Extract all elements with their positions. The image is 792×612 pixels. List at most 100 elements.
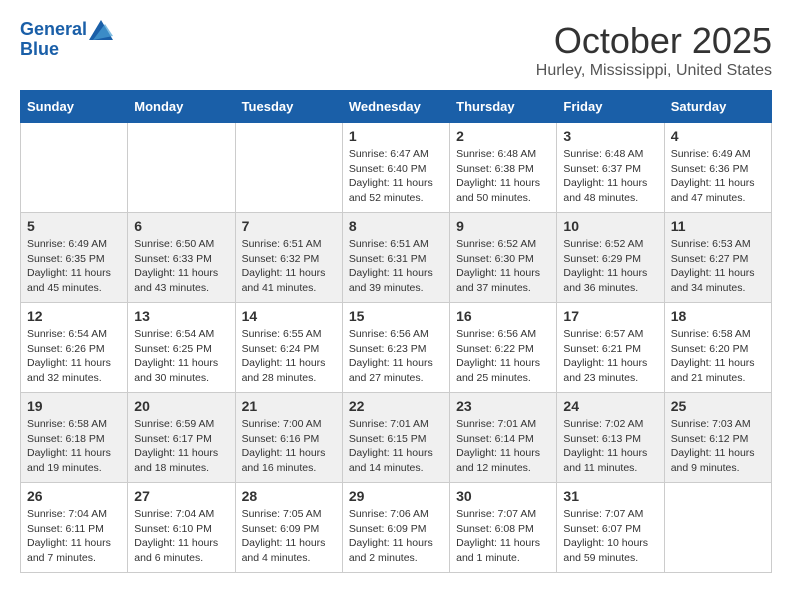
day-number: 22: [349, 398, 443, 414]
calendar-cell: 29Sunrise: 7:06 AMSunset: 6:09 PMDayligh…: [342, 483, 449, 573]
day-info: Sunrise: 7:02 AMSunset: 6:13 PMDaylight:…: [563, 417, 657, 476]
day-number: 23: [456, 398, 550, 414]
day-number: 14: [242, 308, 336, 324]
day-info: Sunrise: 6:51 AMSunset: 6:32 PMDaylight:…: [242, 237, 336, 296]
logo-text: General: [20, 20, 87, 40]
day-number: 5: [27, 218, 121, 234]
day-info: Sunrise: 6:48 AMSunset: 6:38 PMDaylight:…: [456, 147, 550, 206]
weekday-header-row: SundayMondayTuesdayWednesdayThursdayFrid…: [21, 91, 772, 123]
calendar-cell: 10 Sunrise: 6:52 AMSunset: 6:29 PMDayligh…: [557, 213, 664, 303]
day-info: Sunrise: 7:04 AMSunset: 6:10 PMDaylight:…: [134, 507, 228, 566]
weekday-header-saturday: Saturday: [664, 91, 771, 123]
day-number: 9: [456, 218, 550, 234]
day-info: Sunrise: 6:59 AMSunset: 6:17 PMDaylight:…: [134, 417, 228, 476]
day-info: Sunrise: 7:05 AMSunset: 6:09 PMDaylight:…: [242, 507, 336, 566]
calendar-cell: 15Sunrise: 6:56 AMSunset: 6:23 PMDayligh…: [342, 303, 449, 393]
day-info: Sunrise: 6:58 AMSunset: 6:18 PMDaylight:…: [27, 417, 121, 476]
day-info: Sunrise: 7:07 AMSunset: 6:07 PMDaylight:…: [563, 507, 657, 566]
calendar-cell: 22 Sunrise: 7:01 AMSunset: 6:15 PMDayligh…: [342, 393, 449, 483]
calendar-cell: 3 Sunrise: 6:48 AMSunset: 6:37 PMDaylight…: [557, 123, 664, 213]
day-number: 18: [671, 308, 765, 324]
day-number: 10: [563, 218, 657, 234]
day-info: Sunrise: 6:58 AMSunset: 6:20 PMDaylight:…: [671, 327, 765, 386]
calendar-cell: 5Sunrise: 6:49 AMSunset: 6:35 PMDaylight…: [21, 213, 128, 303]
day-number: 15: [349, 308, 443, 324]
calendar-cell: 23 Sunrise: 7:01 AMSunset: 6:14 PMDayligh…: [450, 393, 557, 483]
calendar-week-4: 19 Sunrise: 6:58 AMSunset: 6:18 PMDayligh…: [21, 393, 772, 483]
page-header: General Blue October 2025 Hurley, Missis…: [20, 20, 772, 80]
calendar-cell: [128, 123, 235, 213]
day-info: Sunrise: 7:01 AMSunset: 6:14 PMDaylight:…: [456, 417, 550, 476]
calendar-week-5: 26 Sunrise: 7:04 AMSunset: 6:11 PMDayligh…: [21, 483, 772, 573]
day-number: 17: [563, 308, 657, 324]
day-info: Sunrise: 6:55 AMSunset: 6:24 PMDaylight:…: [242, 327, 336, 386]
calendar-cell: 14 Sunrise: 6:55 AMSunset: 6:24 PMDayligh…: [235, 303, 342, 393]
calendar-cell: 1Sunrise: 6:47 AMSunset: 6:40 PMDaylight…: [342, 123, 449, 213]
calendar-cell: 18 Sunrise: 6:58 AMSunset: 6:20 PMDayligh…: [664, 303, 771, 393]
day-info: Sunrise: 6:48 AMSunset: 6:37 PMDaylight:…: [563, 147, 657, 206]
day-info: Sunrise: 6:50 AMSunset: 6:33 PMDaylight:…: [134, 237, 228, 296]
calendar-cell: 11Sunrise: 6:53 AMSunset: 6:27 PMDayligh…: [664, 213, 771, 303]
weekday-header-sunday: Sunday: [21, 91, 128, 123]
day-number: 13: [134, 308, 228, 324]
calendar-cell: 8Sunrise: 6:51 AMSunset: 6:31 PMDaylight…: [342, 213, 449, 303]
calendar-cell: 30 Sunrise: 7:07 AMSunset: 6:08 PMDayligh…: [450, 483, 557, 573]
weekday-header-tuesday: Tuesday: [235, 91, 342, 123]
calendar-cell: 16Sunrise: 6:56 AMSunset: 6:22 PMDayligh…: [450, 303, 557, 393]
day-info: Sunrise: 6:57 AMSunset: 6:21 PMDaylight:…: [563, 327, 657, 386]
day-number: 29: [349, 488, 443, 504]
weekday-header-monday: Monday: [128, 91, 235, 123]
calendar-cell: 9 Sunrise: 6:52 AMSunset: 6:30 PMDaylight…: [450, 213, 557, 303]
day-number: 26: [27, 488, 121, 504]
day-info: Sunrise: 6:52 AMSunset: 6:29 PMDaylight:…: [563, 237, 657, 296]
calendar-cell: 2Sunrise: 6:48 AMSunset: 6:38 PMDaylight…: [450, 123, 557, 213]
calendar-cell: 12Sunrise: 6:54 AMSunset: 6:26 PMDayligh…: [21, 303, 128, 393]
day-info: Sunrise: 7:07 AMSunset: 6:08 PMDaylight:…: [456, 507, 550, 566]
calendar-cell: 13 Sunrise: 6:54 AMSunset: 6:25 PMDayligh…: [128, 303, 235, 393]
calendar-cell: 28Sunrise: 7:05 AMSunset: 6:09 PMDayligh…: [235, 483, 342, 573]
calendar-cell: 7 Sunrise: 6:51 AMSunset: 6:32 PMDaylight…: [235, 213, 342, 303]
calendar-cell: 6 Sunrise: 6:50 AMSunset: 6:33 PMDaylight…: [128, 213, 235, 303]
calendar-cell: [664, 483, 771, 573]
day-info: Sunrise: 6:51 AMSunset: 6:31 PMDaylight:…: [349, 237, 443, 296]
calendar-cell: 31 Sunrise: 7:07 AMSunset: 6:07 PMDayligh…: [557, 483, 664, 573]
location-text: Hurley, Mississippi, United States: [536, 62, 772, 80]
calendar-cell: 19 Sunrise: 6:58 AMSunset: 6:18 PMDayligh…: [21, 393, 128, 483]
calendar-cell: 27 Sunrise: 7:04 AMSunset: 6:10 PMDayligh…: [128, 483, 235, 573]
calendar-cell: 17 Sunrise: 6:57 AMSunset: 6:21 PMDayligh…: [557, 303, 664, 393]
day-number: 25: [671, 398, 765, 414]
day-info: Sunrise: 7:03 AMSunset: 6:12 PMDaylight:…: [671, 417, 765, 476]
day-number: 20: [134, 398, 228, 414]
calendar-cell: 21 Sunrise: 7:00 AMSunset: 6:16 PMDayligh…: [235, 393, 342, 483]
day-number: 19: [27, 398, 121, 414]
title-area: October 2025 Hurley, Mississippi, United…: [536, 20, 772, 80]
day-number: 4: [671, 128, 765, 144]
weekday-header-wednesday: Wednesday: [342, 91, 449, 123]
day-info: Sunrise: 7:04 AMSunset: 6:11 PMDaylight:…: [27, 507, 121, 566]
day-info: Sunrise: 7:01 AMSunset: 6:15 PMDaylight:…: [349, 417, 443, 476]
day-info: Sunrise: 6:52 AMSunset: 6:30 PMDaylight:…: [456, 237, 550, 296]
logo-blue-text: Blue: [20, 40, 113, 60]
calendar-cell: [21, 123, 128, 213]
day-number: 21: [242, 398, 336, 414]
day-number: 6: [134, 218, 228, 234]
day-number: 27: [134, 488, 228, 504]
logo-icon: [89, 20, 113, 40]
day-number: 12: [27, 308, 121, 324]
weekday-header-thursday: Thursday: [450, 91, 557, 123]
day-number: 16: [456, 308, 550, 324]
day-number: 7: [242, 218, 336, 234]
day-number: 24: [563, 398, 657, 414]
day-number: 30: [456, 488, 550, 504]
day-number: 31: [563, 488, 657, 504]
calendar-week-2: 5Sunrise: 6:49 AMSunset: 6:35 PMDaylight…: [21, 213, 772, 303]
day-info: Sunrise: 7:00 AMSunset: 6:16 PMDaylight:…: [242, 417, 336, 476]
day-number: 3: [563, 128, 657, 144]
calendar-week-3: 12Sunrise: 6:54 AMSunset: 6:26 PMDayligh…: [21, 303, 772, 393]
calendar-table: SundayMondayTuesdayWednesdayThursdayFrid…: [20, 90, 772, 573]
calendar-cell: 4Sunrise: 6:49 AMSunset: 6:36 PMDaylight…: [664, 123, 771, 213]
day-info: Sunrise: 6:47 AMSunset: 6:40 PMDaylight:…: [349, 147, 443, 206]
calendar-cell: 20 Sunrise: 6:59 AMSunset: 6:17 PMDayligh…: [128, 393, 235, 483]
day-number: 11: [671, 218, 765, 234]
day-info: Sunrise: 6:54 AMSunset: 6:25 PMDaylight:…: [134, 327, 228, 386]
